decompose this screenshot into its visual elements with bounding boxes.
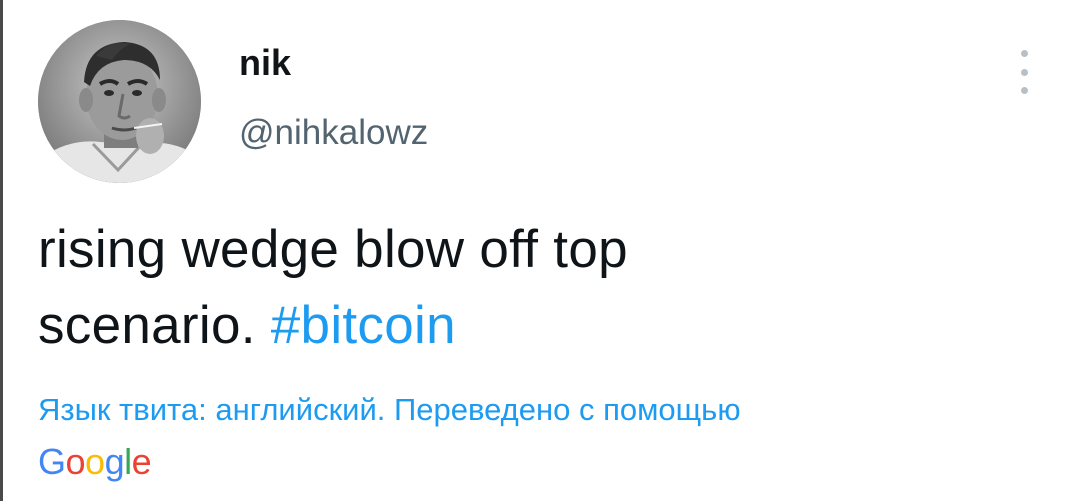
more-vertical-icon[interactable] [1014,50,1034,94]
author-names: nik @nihkalowz [239,42,428,155]
tweet-header: nik @nihkalowz [38,20,428,183]
author-handle[interactable]: @nihkalowz [239,111,428,155]
google-logo: Google [38,440,152,484]
google-letter: G [38,441,66,482]
tweet-text-line1: rising wedge blow off top [38,220,628,279]
google-letter: l [124,441,132,482]
left-edge-divider [0,0,3,501]
hashtag-link[interactable]: #bitcoin [271,296,456,355]
author-display-name[interactable]: nik [239,41,428,85]
google-letter: g [104,441,125,482]
tweet-card: nik @nihkalowz rising wedge blow off top… [0,0,1080,501]
google-letter: o [85,441,105,482]
tweet-text: rising wedge blow off top scenario. #bit… [38,212,1038,364]
google-letter: e [131,441,152,482]
tweet-text-line2: scenario. [38,296,271,355]
more-dot [1020,68,1028,76]
more-dot [1020,87,1028,94]
avatar[interactable] [38,20,201,183]
translation-label[interactable]: Язык твита: английский. Переведено с пом… [38,390,741,430]
google-letter: o [65,441,86,482]
more-dot [1020,50,1028,57]
